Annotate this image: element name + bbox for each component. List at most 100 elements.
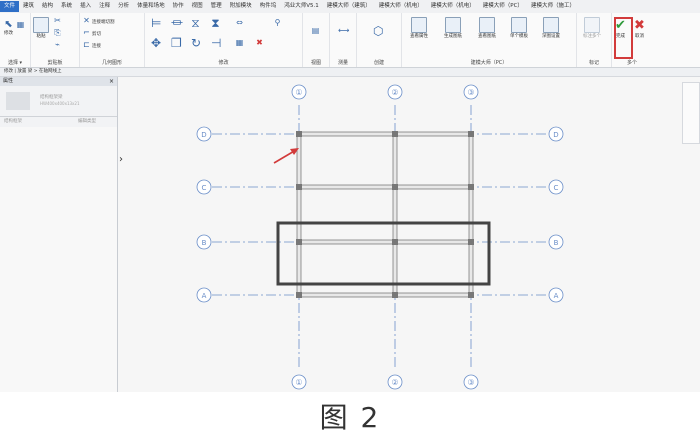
column-node: [392, 239, 398, 245]
ribbon-tabs: 文件 建筑 结构 系统 插入 注释 分析 体量和场地 协作 视图 管理 附加模块 构件坞 鸿业大师V5.1…: [0, 0, 700, 14]
tab-0[interactable]: 文件: [0, 1, 20, 12]
cancel-button[interactable]: ✖ 取消: [634, 19, 645, 40]
properties-icon[interactable]: ▦: [16, 21, 25, 29]
tab-15[interactable]: 建模大师（机电）: [375, 1, 427, 12]
grid-label-horizontal: C: [554, 184, 559, 192]
tab-10[interactable]: 管理: [207, 1, 226, 12]
grid-label-vertical: ③: [467, 378, 474, 387]
ribbon: ⬉ 修改 ▦ 选择 ▾ 粘贴 ✂ ⎘ ⌁ 剪贴板 ✕ 连接端切割 ⌐ 剪切 ⊏ …: [0, 13, 700, 68]
panel-label-mark: 标记: [588, 60, 599, 66]
tab-14[interactable]: 建模大师（建筑）: [323, 1, 375, 12]
panel-select: ⬉ 修改 ▦ 选择 ▾: [0, 13, 31, 67]
column-node: [468, 184, 474, 190]
view-drawing-button[interactable]: 查看图纸: [478, 17, 496, 39]
tab-4[interactable]: 插入: [76, 1, 95, 12]
grid-label-vertical: ②: [391, 378, 398, 387]
copy-elem-icon[interactable]: ❐: [171, 37, 182, 49]
properties-title: 属性: [3, 78, 14, 84]
tab-11[interactable]: 附加模块: [226, 1, 256, 12]
tab-12[interactable]: 构件坞: [256, 1, 281, 12]
panel-label-measure: 测量: [337, 60, 348, 66]
single-model-icon: [511, 17, 527, 33]
beam-horizontal: [296, 184, 474, 190]
panel-modify: ⊨ ⏛ ⧖ ⧗ ⇔ ✥ ❐ ↻ ⊣ ▦ ✖ ⚲ 修改: [145, 13, 303, 67]
measure-icon[interactable]: ⟷: [338, 27, 349, 35]
properties-body: [0, 127, 117, 392]
mirror-axis-icon[interactable]: ⧗: [211, 17, 220, 29]
type-selector[interactable]: 结构框架梁 HW400x400x13x21: [0, 86, 117, 117]
rotate-icon[interactable]: ↻: [191, 37, 201, 49]
type-preview: [6, 92, 30, 110]
figure-caption: 图 2: [319, 401, 381, 434]
column-node: [392, 131, 398, 137]
tab-18[interactable]: 建模大师（施工）: [527, 1, 579, 12]
finish-highlight-box: [614, 17, 633, 59]
trim-extend-icon[interactable]: ⊣: [211, 37, 221, 49]
single-model-button[interactable]: 单个模板: [510, 17, 528, 39]
panel-label-modify: 修改: [218, 60, 229, 66]
panel-label-pc: 建模大师（PC）: [470, 60, 508, 66]
type-subname: HW400x400x13x21: [40, 101, 80, 106]
column-node: [296, 292, 302, 298]
panel-label-geometry: 几何图形: [101, 60, 122, 66]
clipboard-icon: [33, 17, 49, 33]
close-icon[interactable]: ×: [109, 77, 114, 86]
view-nav-bar[interactable]: [682, 82, 700, 144]
cut-label[interactable]: 剪切: [92, 31, 101, 37]
panel-measure: ⟷ 测量: [330, 13, 357, 67]
grid-label-horizontal: B: [202, 239, 207, 247]
delete-icon[interactable]: ✖: [255, 39, 264, 47]
column-node: [392, 292, 398, 298]
paste-button[interactable]: 粘贴: [33, 17, 49, 39]
panel-label-mode: 多个: [626, 60, 637, 66]
join-label[interactable]: 连接: [92, 43, 101, 49]
mirror-icon[interactable]: ⧖: [191, 17, 200, 29]
tab-17[interactable]: 建模大师（PC）: [479, 1, 527, 12]
panel-label-create: 创建: [373, 60, 384, 66]
tab-16[interactable]: 建模大师（机电）: [427, 1, 479, 12]
gen-drawing-button[interactable]: 生成图纸: [444, 17, 462, 39]
view-icon[interactable]: ▤: [311, 27, 320, 35]
edit-type-button[interactable]: 编辑类型: [78, 117, 96, 127]
smart-tag-button[interactable]: 标注多个: [583, 17, 601, 39]
props-doc-icon: [411, 17, 427, 33]
offset-icon[interactable]: ⏛: [171, 17, 183, 29]
cut-geometry-label[interactable]: 连接端切割: [92, 19, 115, 25]
view-drawing-icon: [479, 17, 495, 33]
tab-13[interactable]: 鸿业大师V5.1: [280, 1, 323, 12]
view-props-button[interactable]: 查看属性: [410, 17, 428, 39]
array-icon[interactable]: ▦: [235, 39, 244, 47]
grid-label-horizontal: A: [202, 292, 207, 300]
tab-2[interactable]: 结构: [38, 1, 57, 12]
join-icon[interactable]: ⊏: [82, 41, 91, 49]
match-icon[interactable]: ⌁: [53, 41, 62, 49]
cut-icon[interactable]: ✂: [53, 17, 62, 25]
panel-label-view: 视图: [310, 60, 321, 66]
pin-icon[interactable]: ⚲: [273, 19, 282, 27]
tab-9[interactable]: 视图: [188, 1, 207, 12]
cut-geometry-icon[interactable]: ⌐: [82, 29, 91, 37]
modify-button[interactable]: ⬉ 修改: [4, 19, 13, 36]
column-node: [392, 184, 398, 190]
align-icon[interactable]: ⊨: [151, 17, 161, 29]
panel-create: ⬡ 创建: [357, 13, 402, 67]
tab-3[interactable]: 系统: [57, 1, 76, 12]
column-node: [468, 131, 474, 137]
revit-window: 文件 建筑 结构 系统 插入 注释 分析 体量和场地 协作 视图 管理 附加模块 构件坞 鸿业大师V5.1…: [0, 0, 700, 392]
tab-8[interactable]: 协作: [169, 1, 188, 12]
drawing-canvas[interactable]: ① ① ② ② ③ ③ D D C C B B A A: [118, 77, 682, 392]
settings-button[interactable]: 深图设置: [542, 17, 560, 39]
tab-6[interactable]: 分析: [114, 1, 133, 12]
move-icon[interactable]: ✥: [151, 37, 161, 49]
properties-palette: 属性 × 结构框架梁 HW400x400x13x21 结构框架 编辑类型: [0, 77, 118, 392]
tab-5[interactable]: 注释: [95, 1, 114, 12]
tab-7[interactable]: 体量和场地: [133, 1, 169, 12]
filter-dropdown[interactable]: 结构框架: [4, 119, 22, 124]
status-bar: 修改 | 放置 梁 > 在轴网线上: [0, 68, 700, 77]
cope-icon[interactable]: ✕: [82, 17, 91, 25]
tab-1[interactable]: 建筑: [19, 1, 38, 12]
grid-label-vertical: ③: [467, 88, 474, 97]
create-icon[interactable]: ⬡: [373, 25, 383, 37]
copy-icon[interactable]: ⎘: [53, 29, 62, 37]
trim-icon[interactable]: ⇔: [235, 19, 244, 27]
